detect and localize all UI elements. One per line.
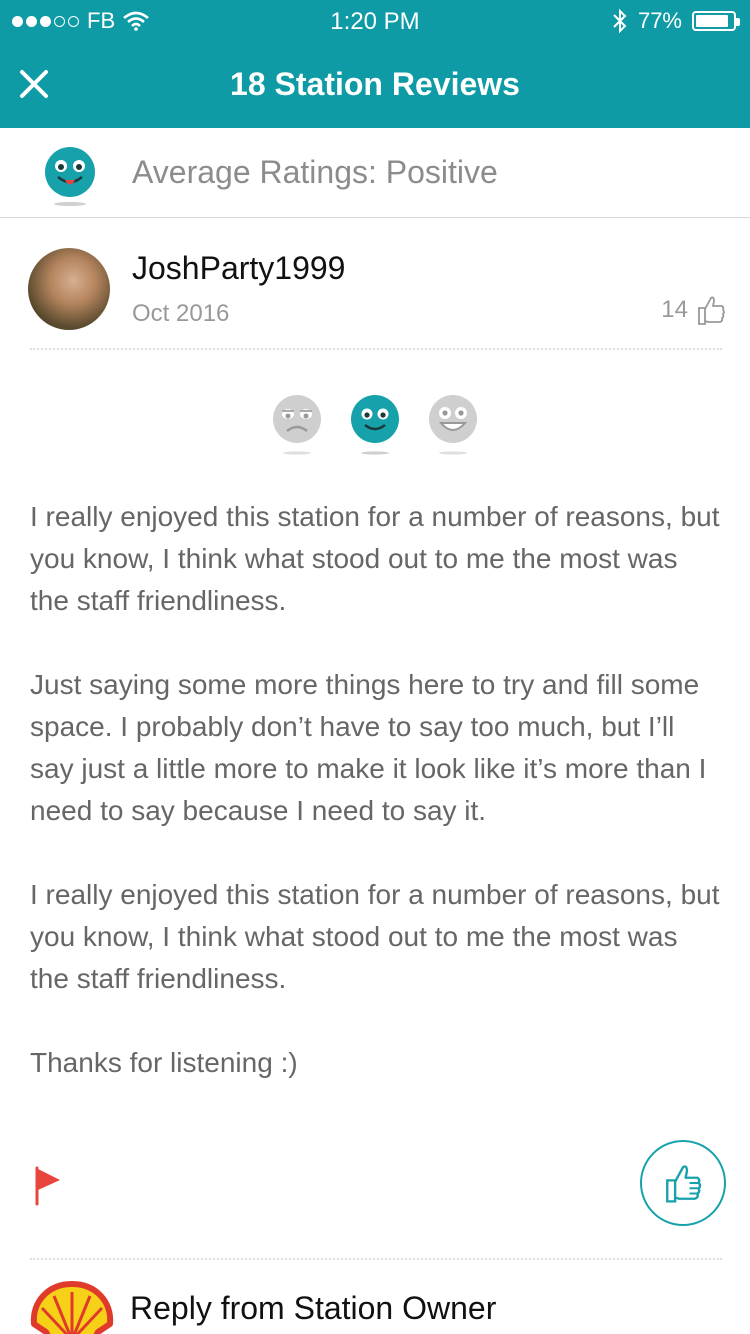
like-count: 14: [661, 294, 726, 326]
nav-bar: 18 Station Reviews: [0, 42, 750, 128]
review-paragraph: I really enjoyed this station for a numb…: [30, 879, 720, 994]
average-rating-row: Average Ratings: Positive: [0, 128, 750, 218]
average-rating-label: Average Ratings: Positive: [132, 154, 498, 190]
negative-face-icon[interactable]: [272, 394, 322, 458]
review-text: I really enjoyed this station for a numb…: [30, 496, 720, 1126]
reply-title: Reply from Station Owner: [130, 1290, 497, 1326]
top-bar: FB 1:20 PM 77% 18 Station Reviews: [0, 0, 750, 128]
review-paragraph: Thanks for listening :): [30, 1047, 298, 1078]
rating-selector: [0, 394, 750, 458]
review-date: Oct 2016: [132, 300, 230, 327]
review-paragraph: Just saying some more things here to try…: [30, 669, 707, 826]
reviewer-name[interactable]: JoshParty1999: [132, 250, 345, 287]
review-paragraph: I really enjoyed this station for a numb…: [30, 501, 720, 616]
thumbs-up-icon: [666, 1165, 702, 1203]
divider: [30, 348, 722, 350]
like-button[interactable]: [640, 1140, 726, 1226]
shell-logo-icon: [30, 1281, 114, 1334]
review-header: JoshParty1999 Oct 2016 14: [0, 218, 750, 350]
status-bar: FB 1:20 PM 77%: [0, 0, 750, 42]
avatar[interactable]: [28, 248, 110, 330]
thumbs-up-icon: [698, 296, 725, 325]
flag-icon[interactable]: [34, 1166, 62, 1206]
very-positive-face-icon[interactable]: [428, 394, 478, 458]
bluetooth-icon: [613, 8, 627, 34]
owner-reply: Reply from Station Owner: [0, 1258, 750, 1334]
positive-face-icon: [45, 147, 95, 206]
battery-percent: 77%: [637, 8, 682, 33]
page-title: 18 Station Reviews: [230, 66, 520, 102]
like-count-value: 14: [661, 296, 688, 323]
battery-icon: [692, 11, 740, 31]
positive-face-icon[interactable]: [350, 394, 400, 458]
